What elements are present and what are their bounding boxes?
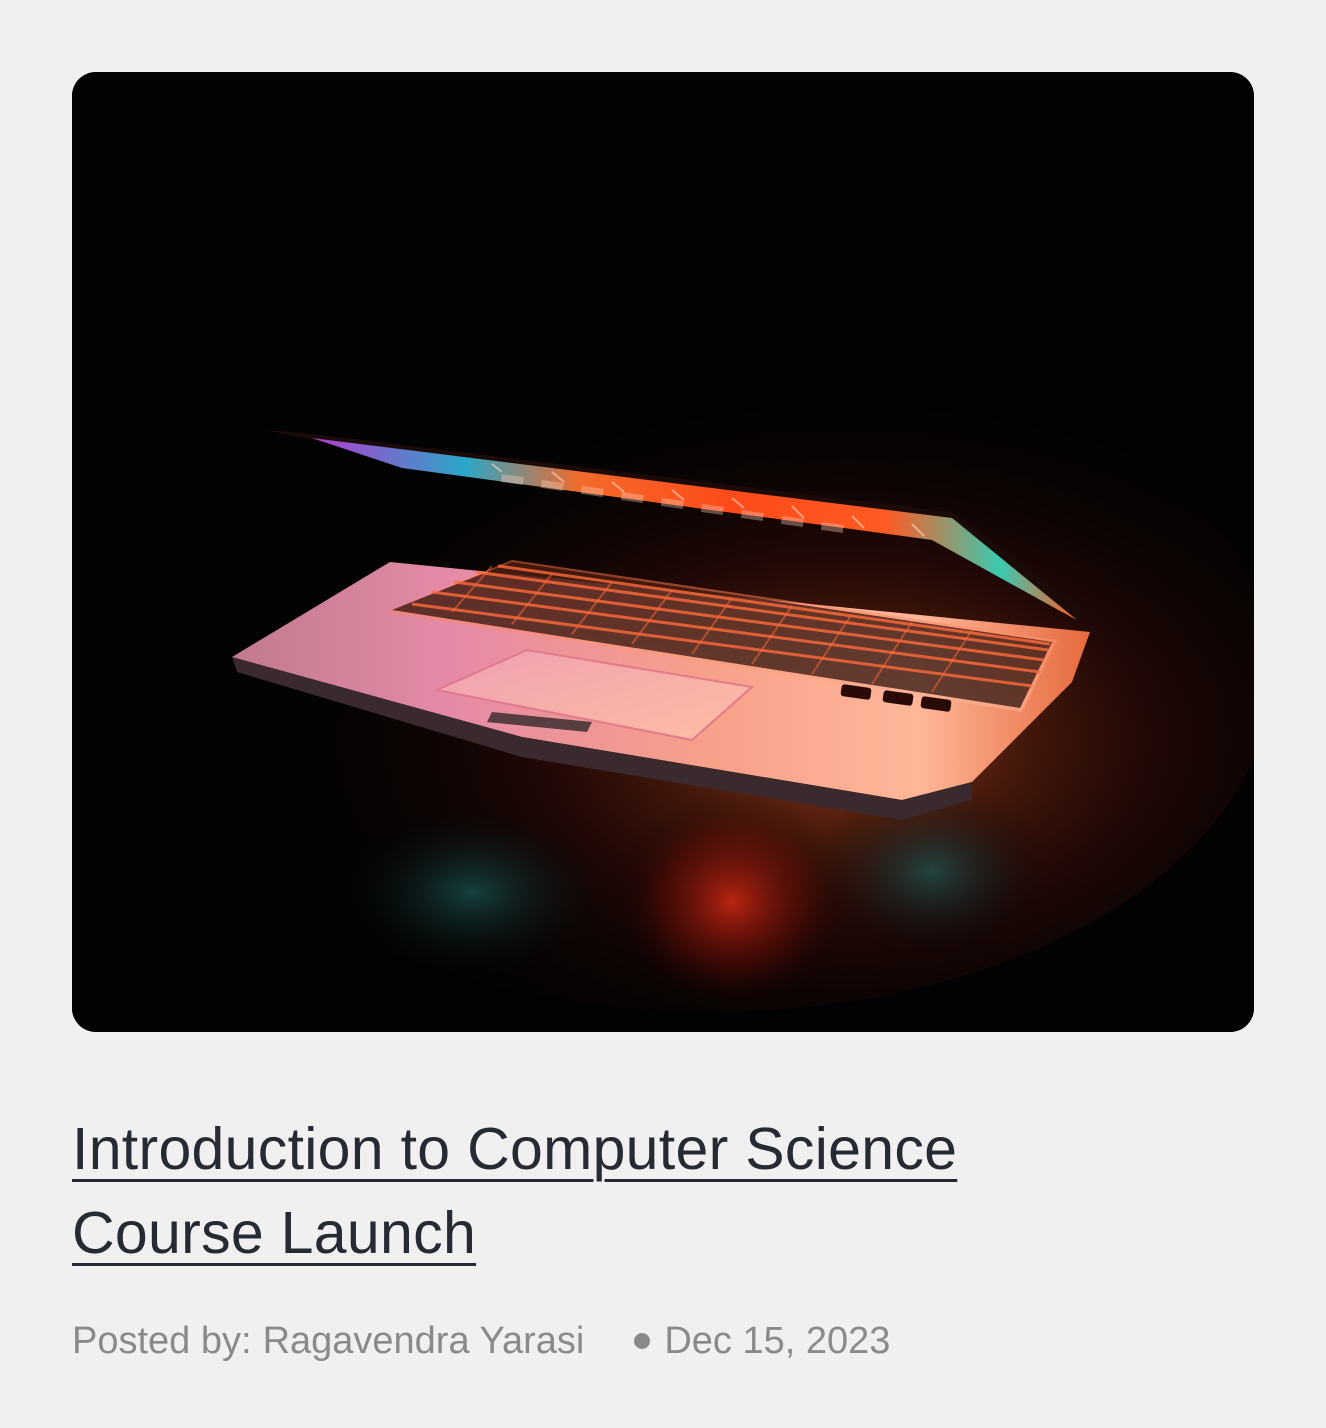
post-meta: Posted by: Ragavendra Yarasi Dec 15, 202…	[72, 1319, 1254, 1363]
laptop-illustration	[72, 72, 1254, 1032]
post-date: Dec 15, 2023	[664, 1320, 891, 1362]
separator-dot-icon	[634, 1333, 651, 1349]
blog-card: Introduction to Computer Science Course …	[72, 72, 1254, 1363]
posted-by-label: Posted by:	[72, 1320, 252, 1362]
post-hero-image[interactable]	[72, 72, 1254, 1032]
author-name: Ragavendra Yarasi	[262, 1320, 585, 1362]
post-title-link[interactable]: Introduction to Computer Science Course …	[72, 1116, 957, 1266]
post-title-container: Introduction to Computer Science Course …	[72, 1107, 1132, 1275]
